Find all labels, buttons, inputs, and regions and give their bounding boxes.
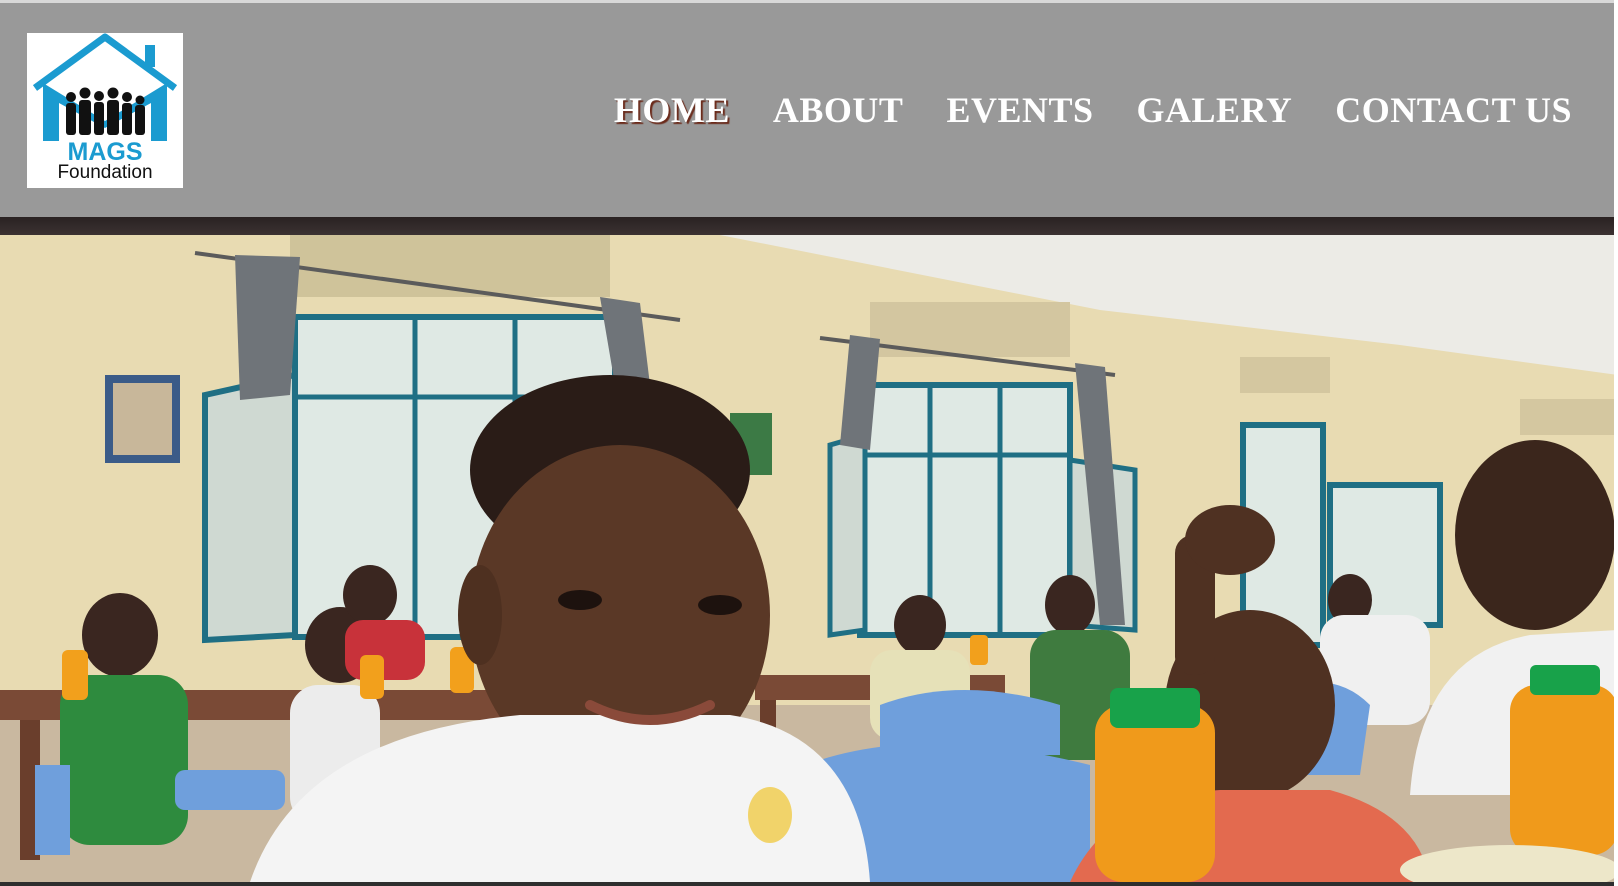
main-nav: HOME ABOUT EVENTS GALERY CONTACT US xyxy=(614,89,1572,131)
logo-subtitle: Foundation xyxy=(57,162,153,183)
bottom-border xyxy=(0,882,1618,886)
site-header: MAGS Foundation HOME ABOUT EVENTS GALERY… xyxy=(0,3,1618,217)
nav-contact-us[interactable]: CONTACT US xyxy=(1335,89,1572,131)
page-edge xyxy=(1614,0,1618,886)
header-divider xyxy=(0,217,1618,235)
hero-image xyxy=(0,235,1618,882)
hero-photo-illustration xyxy=(0,235,1618,882)
nav-galery[interactable]: GALERY xyxy=(1137,89,1293,131)
nav-about[interactable]: ABOUT xyxy=(773,89,904,131)
nav-home[interactable]: HOME xyxy=(614,89,730,131)
nav-events[interactable]: EVENTS xyxy=(946,89,1093,131)
logo[interactable]: MAGS Foundation xyxy=(27,33,183,188)
